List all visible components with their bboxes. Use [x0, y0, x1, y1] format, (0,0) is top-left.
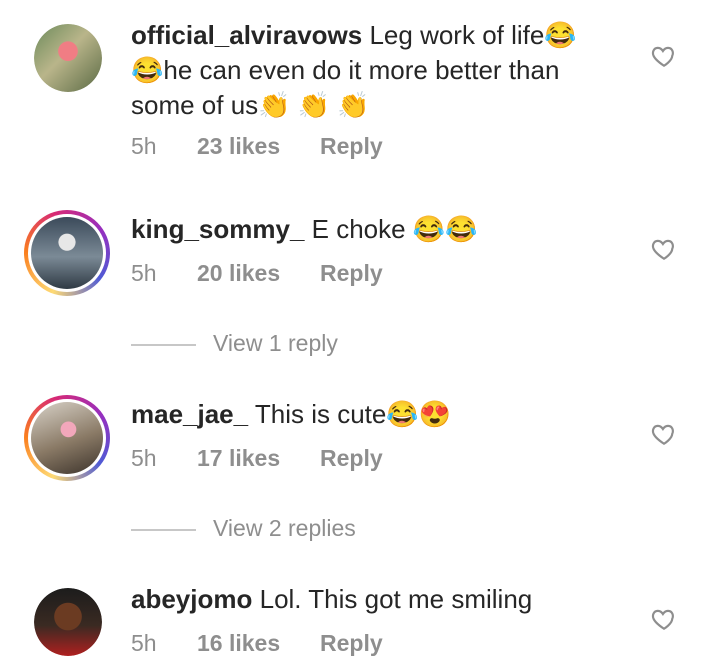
view-replies-label: View 2 replies: [213, 515, 356, 541]
comment-meta: 5h 20 likes Reply: [131, 260, 383, 287]
likes-count[interactable]: 16 likes: [197, 630, 320, 657]
comment-text: mae_jae_ This is cute😂😍: [131, 397, 601, 432]
comment-username[interactable]: official_alviravows: [131, 20, 362, 50]
heart-icon[interactable]: [651, 236, 677, 262]
heart-icon[interactable]: [651, 43, 677, 69]
comment-meta: 5h 16 likes Reply: [131, 630, 383, 657]
comment-username[interactable]: mae_jae_: [131, 399, 248, 429]
comment-body: E choke 😂😂: [311, 214, 478, 244]
likes-count[interactable]: 23 likes: [197, 133, 320, 160]
comment-text: abeyjomo Lol. This got me smiling: [131, 582, 601, 617]
heart-icon[interactable]: [651, 606, 677, 632]
view-replies-button[interactable]: View 2 replies: [131, 515, 356, 542]
comment-time: 5h: [131, 260, 157, 286]
comment-body: This is cute😂😍: [254, 399, 452, 429]
view-replies-label: View 1 reply: [213, 330, 338, 356]
avatar[interactable]: [34, 24, 102, 92]
likes-count[interactable]: 17 likes: [197, 445, 320, 472]
heart-icon[interactable]: [651, 421, 677, 447]
comment-time: 5h: [131, 445, 157, 471]
comment-body: Lol. This got me smiling: [259, 584, 533, 614]
avatar[interactable]: [24, 210, 110, 296]
comment-text: official_alviravows Leg work of life😂😂he…: [131, 18, 601, 123]
comment-meta: 5h 17 likes Reply: [131, 445, 383, 472]
comment-time: 5h: [131, 133, 157, 159]
avatar[interactable]: [34, 588, 102, 656]
comment-username[interactable]: abeyjomo: [131, 584, 252, 614]
divider-line: [131, 528, 196, 531]
reply-button[interactable]: Reply: [320, 630, 383, 657]
divider-line: [131, 343, 196, 346]
reply-button[interactable]: Reply: [320, 445, 383, 472]
avatar[interactable]: [24, 395, 110, 481]
comment-time: 5h: [131, 630, 157, 656]
reply-button[interactable]: Reply: [320, 133, 383, 160]
reply-button[interactable]: Reply: [320, 260, 383, 287]
comment-text: king_sommy_ E choke 😂😂: [131, 212, 601, 247]
likes-count[interactable]: 20 likes: [197, 260, 320, 287]
comment-meta: 5h 23 likes Reply: [131, 133, 383, 160]
view-replies-button[interactable]: View 1 reply: [131, 330, 338, 357]
comment-username[interactable]: king_sommy_: [131, 214, 304, 244]
